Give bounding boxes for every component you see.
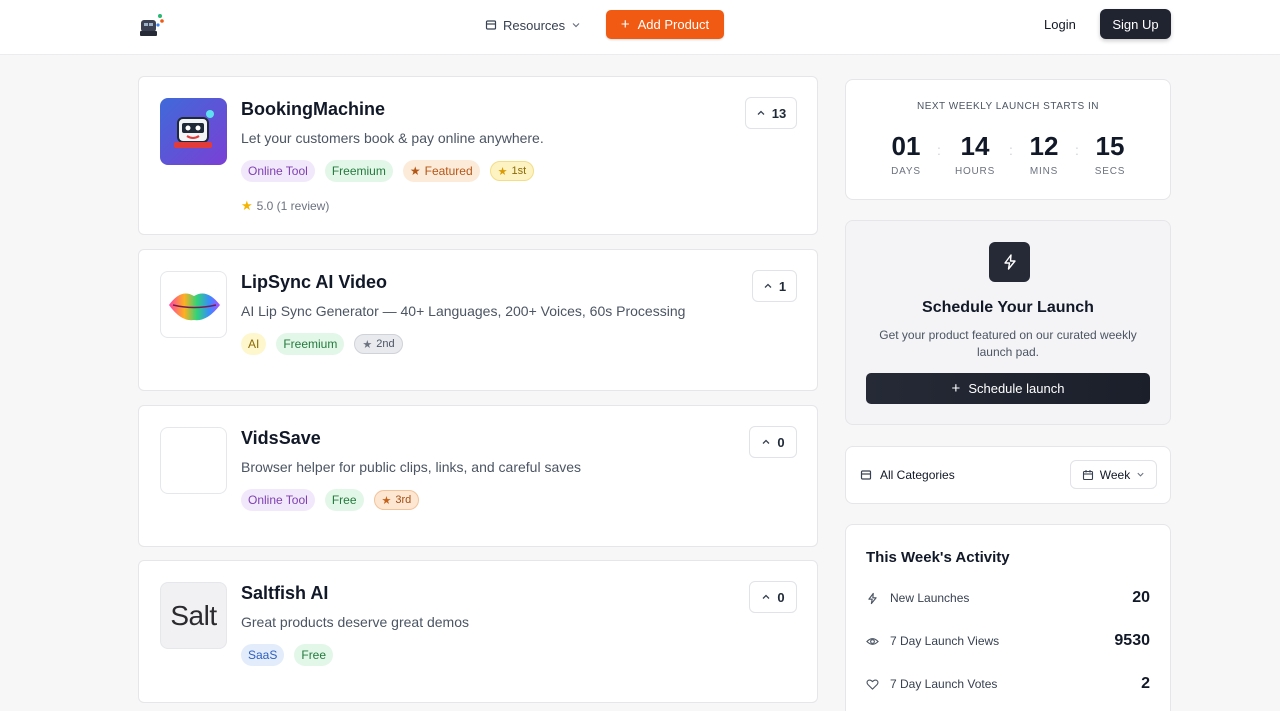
launch-countdown: NEXT WEEKLY LAUNCH STARTS IN 01 DAYS : 1… — [845, 79, 1171, 200]
product-tags: Online Tool Freemium ★ Featured ★ 1st — [241, 160, 535, 182]
product-thumbnail: Salt — [160, 582, 227, 649]
schedule-description: Get your product featured on our curated… — [879, 328, 1137, 359]
star-icon: ★ — [241, 198, 253, 213]
add-product-button[interactable]: + Add Product — [606, 10, 724, 39]
chevron-up-icon — [762, 439, 770, 444]
countdown-separator: : — [937, 142, 941, 158]
chevron-up-icon — [764, 283, 772, 288]
heart-icon — [866, 677, 880, 691]
category-filter[interactable]: All Categories — [860, 468, 955, 482]
robot-logo-icon — [140, 14, 164, 36]
rank-badge: ★ 3rd — [373, 490, 420, 510]
product-tags: AI Freemium ★ 2nd — [241, 333, 403, 355]
activity-title: This Week's Activity — [866, 549, 1010, 566]
product-name[interactable]: Saltfish AI — [241, 583, 328, 604]
robot-mascot-icon — [174, 110, 214, 148]
countdown-hours: 14 HOURS — [954, 131, 996, 177]
bolt-icon — [866, 591, 880, 605]
countdown-days: 01 DAYS — [891, 131, 921, 177]
top-navbar: Resources + Add Product Login Sign Up — [0, 0, 1280, 55]
star-icon: ★ — [362, 338, 373, 351]
rank-badge: ★ 2nd — [354, 334, 403, 354]
schedule-launch-panel: Schedule Your Launch Get your product fe… — [845, 220, 1171, 425]
rank-badge: ★ 1st — [489, 161, 535, 181]
product-description: Browser helper for public clips, links, … — [241, 459, 582, 475]
schedule-title: Schedule Your Launch — [922, 299, 1094, 316]
tag-freemium[interactable]: Freemium — [276, 333, 345, 355]
calendar-icon — [1082, 469, 1093, 480]
star-icon: ★ — [497, 165, 508, 178]
plus-icon: + — [951, 380, 961, 397]
countdown-label: NEXT WEEKLY LAUNCH STARTS IN — [916, 101, 1099, 112]
period-select[interactable]: Week — [1070, 460, 1157, 489]
signup-button[interactable]: Sign Up — [1100, 9, 1171, 39]
product-description: Great products deserve great demos — [241, 614, 470, 630]
login-link[interactable]: Login — [1044, 17, 1076, 32]
tag-featured: ★ Featured — [402, 160, 480, 182]
product-card-vidssave[interactable]: VidsSave Browser helper for public clips… — [138, 405, 818, 547]
chevron-up-icon — [762, 594, 770, 599]
product-rating: ★ 5.0 (1 review) — [241, 198, 330, 213]
product-name[interactable]: LipSync AI Video — [241, 272, 387, 293]
tag-online-tool[interactable]: Online Tool — [241, 160, 315, 182]
bolt-icon — [989, 242, 1030, 282]
chevron-up-icon — [757, 110, 765, 115]
product-thumbnail — [160, 98, 227, 165]
eye-icon — [866, 634, 880, 648]
activity-row-votes: 7 Day Launch Votes 2 — [866, 674, 1150, 694]
resources-menu[interactable]: Resources — [485, 15, 581, 35]
activity-row-launches: New Launches 20 — [866, 588, 1150, 608]
countdown-secs: 15 SECS — [1094, 131, 1126, 177]
product-description: AI Lip Sync Generator — 40+ Languages, 2… — [241, 303, 686, 319]
tag-ai[interactable]: AI — [241, 333, 267, 355]
tag-freemium[interactable]: Freemium — [324, 160, 393, 182]
product-name[interactable]: VidsSave — [241, 428, 321, 449]
product-tags: Online Tool Free ★ 3rd — [241, 489, 420, 511]
product-tags: SaaS Free — [241, 644, 334, 666]
tag-free[interactable]: Free — [294, 644, 334, 666]
product-thumbnail — [160, 427, 227, 494]
product-card-lipsync[interactable]: LipSync AI Video AI Lip Sync Generator —… — [138, 249, 818, 391]
product-description: Let your customers book & pay online any… — [241, 130, 544, 146]
product-thumbnail — [160, 271, 227, 338]
tag-online-tool[interactable]: Online Tool — [241, 489, 315, 511]
filter-bar: All Categories Week — [845, 446, 1171, 504]
folder-icon — [860, 470, 872, 480]
countdown-separator: : — [1009, 142, 1013, 158]
upvote-button[interactable]: 13 — [745, 97, 797, 129]
star-icon: ★ — [381, 494, 392, 507]
countdown-mins: 12 MINS — [1029, 131, 1059, 177]
upvote-button[interactable]: 0 — [749, 426, 797, 458]
schedule-launch-button[interactable]: + Schedule launch — [866, 373, 1150, 404]
star-icon: ★ — [409, 164, 421, 178]
activity-row-views: 7 Day Launch Views 9530 — [866, 631, 1150, 651]
countdown-separator: : — [1075, 142, 1079, 158]
weekly-activity-panel: This Week's Activity New Launches 20 7 D… — [845, 524, 1171, 711]
chevron-down-icon — [1137, 472, 1144, 477]
chevron-down-icon — [572, 23, 580, 28]
site-logo[interactable] — [138, 11, 166, 39]
product-card-saltfish[interactable]: Salt Saltfish AI Great products deserve … — [138, 560, 818, 703]
product-name[interactable]: BookingMachine — [241, 99, 385, 120]
category-filter-label: All Categories — [880, 468, 955, 482]
thumb-wordmark: Salt — [170, 599, 217, 631]
book-icon — [485, 20, 497, 30]
resources-label: Resources — [503, 17, 566, 33]
lips-icon — [169, 293, 220, 321]
period-select-label: Week — [1099, 467, 1131, 482]
tag-free[interactable]: Free — [324, 489, 364, 511]
upvote-button[interactable]: 1 — [752, 270, 797, 302]
plus-icon: + — [620, 16, 630, 33]
upvote-button[interactable]: 0 — [749, 581, 797, 613]
tag-saas[interactable]: SaaS — [241, 644, 285, 666]
product-card-bookingmachine[interactable]: BookingMachine Let your customers book &… — [138, 76, 818, 235]
